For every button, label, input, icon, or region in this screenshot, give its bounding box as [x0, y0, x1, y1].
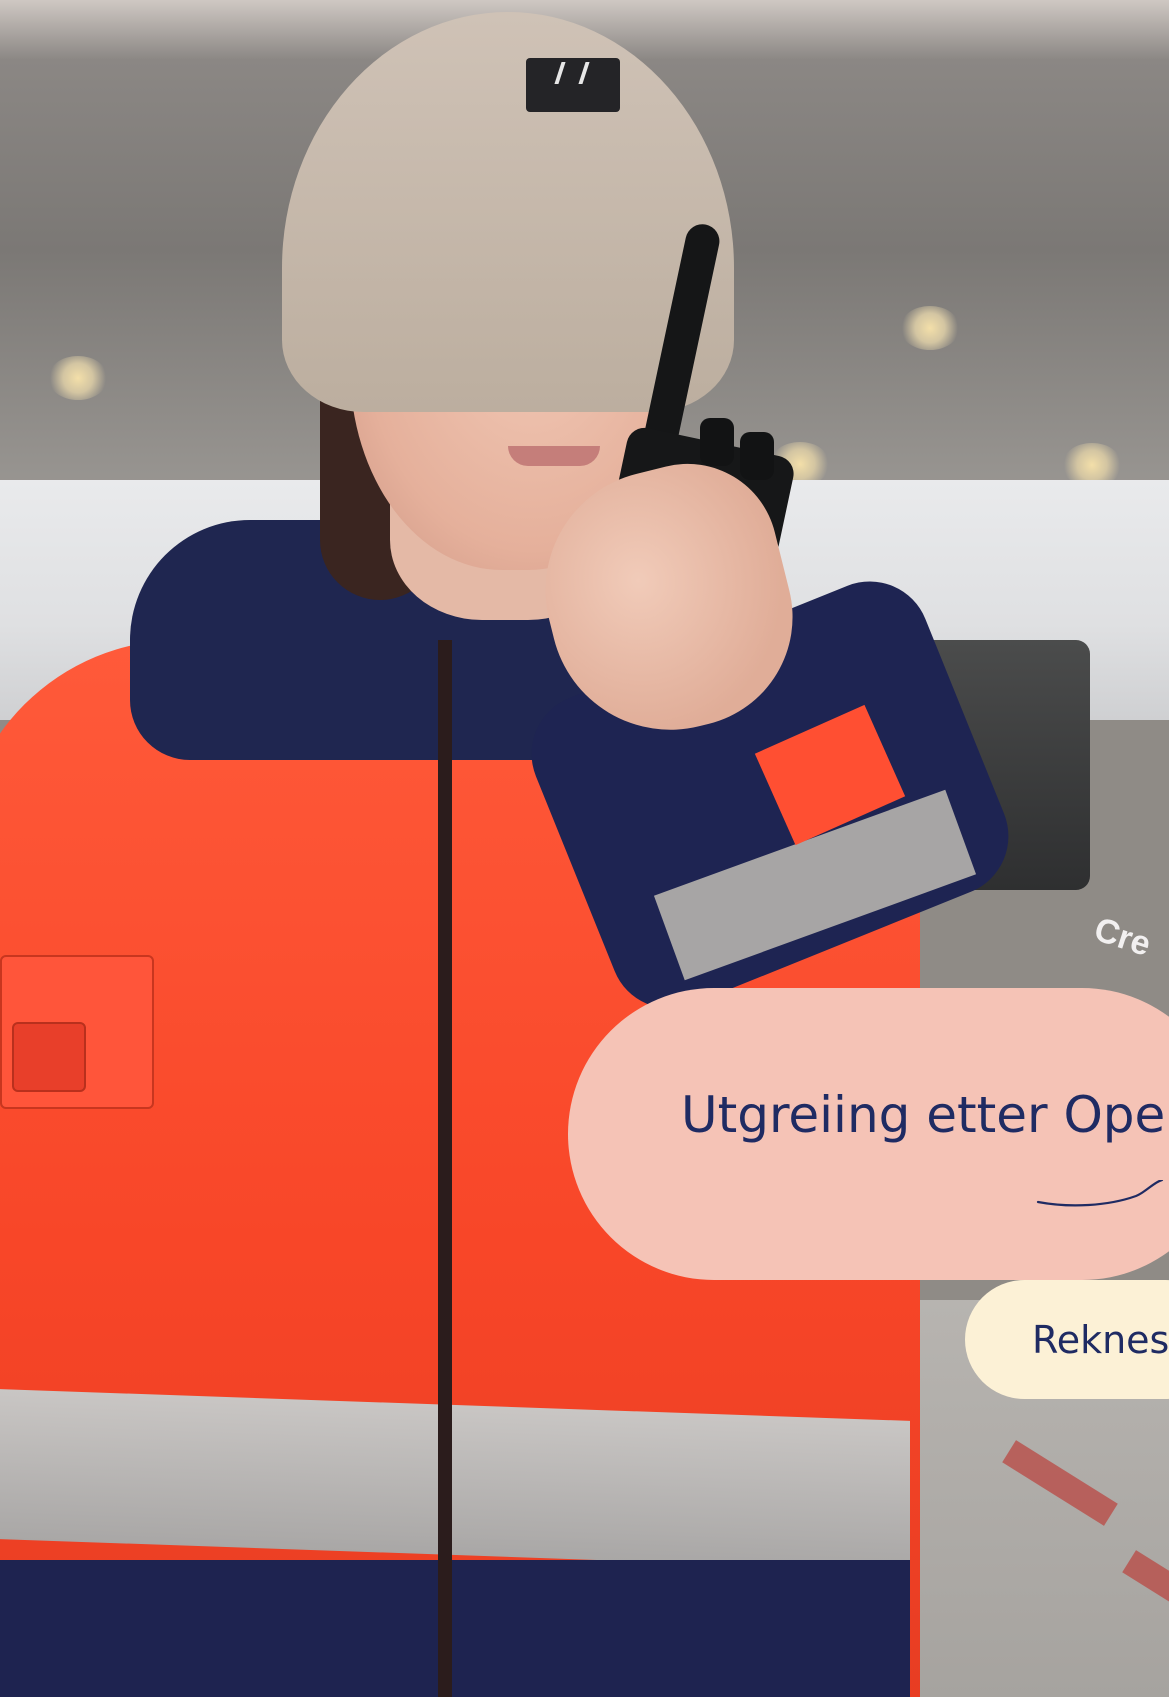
jacket-hem [0, 1560, 910, 1697]
headline: Utgreiing etter Ope [681, 1086, 1166, 1144]
cta-button[interactable]: Reknes [965, 1280, 1169, 1399]
reflective-band [0, 1389, 910, 1571]
hero-photo-stage: Cre Utgreiing etter Ope Reknes [0, 0, 1169, 1697]
ceiling-light [900, 306, 960, 350]
decorative-swoosh-icon [1036, 1180, 1164, 1207]
ceiling-light [48, 356, 108, 400]
jacket-print-text: Cre [1089, 910, 1156, 964]
radio-knob [740, 432, 774, 480]
jacket-zipper [438, 640, 452, 1697]
mouth [508, 446, 600, 466]
radio-knob [700, 418, 734, 466]
wenaas-logo-badge [12, 1022, 86, 1092]
cta-button-label: Reknes [1032, 1318, 1169, 1362]
